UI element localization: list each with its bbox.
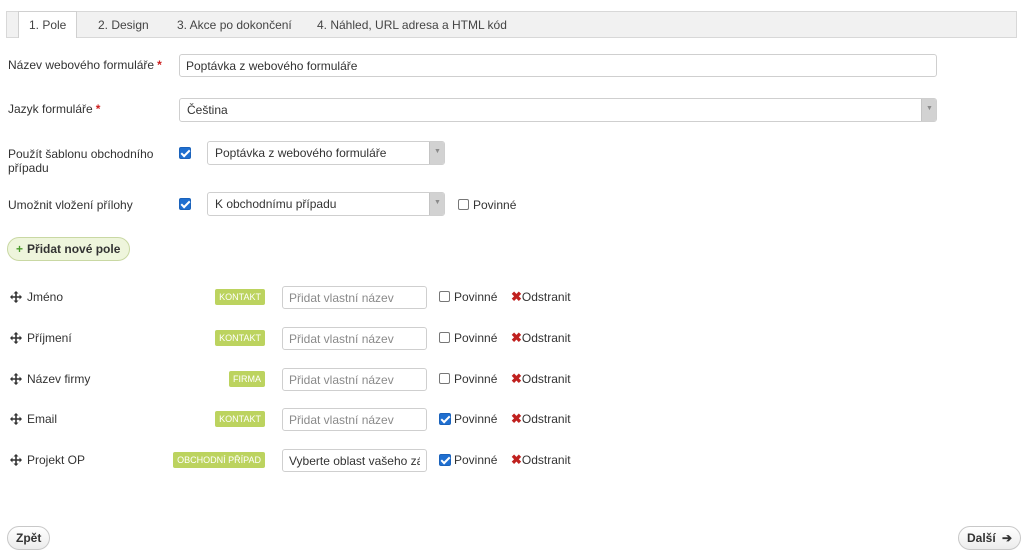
remove-field-button[interactable]: ✖Odstranit [511, 289, 571, 305]
field-custom-name-input[interactable] [282, 368, 427, 391]
attachment-label: Umožnit vložení přílohy [8, 198, 133, 212]
drag-handle-icon[interactable] [10, 291, 22, 303]
close-icon: ✖ [511, 330, 522, 345]
form-name-input[interactable] [179, 54, 937, 77]
arrow-right-icon: ➔ [1002, 531, 1013, 545]
template-label: Použít šablonu obchodního případu [8, 147, 154, 175]
field-required-label: Povinné [454, 453, 498, 467]
attachment-required-label: Povinné [473, 198, 517, 212]
field-type-badge: KONTAKT [215, 330, 265, 346]
field-type-badge: KONTAKT [215, 411, 265, 427]
dropdown-arrow-icon: ▼ [921, 99, 936, 121]
tab-fields[interactable]: 1. Pole [18, 11, 78, 38]
remove-label: Odstranit [521, 372, 571, 386]
field-custom-name-input[interactable] [282, 286, 427, 309]
drag-handle-icon[interactable] [10, 332, 22, 344]
drag-handle-icon[interactable] [10, 454, 22, 466]
attachment-select[interactable]: K obchodnímu případu ▼ [207, 192, 445, 216]
field-required-checkbox[interactable] [439, 291, 450, 302]
field-required-label: Povinné [454, 372, 498, 386]
add-field-label: Přidat nové pole [27, 242, 121, 256]
field-name: Příjmení [27, 331, 72, 345]
field-type-badge: OBCHODNÍ PŘÍPAD [173, 452, 265, 468]
attachment-select-value: K obchodnímu případu [215, 197, 337, 211]
form-language-label: Jazyk formuláře * [8, 102, 101, 116]
back-button[interactable]: Zpět [7, 526, 51, 550]
remove-field-button[interactable]: ✖Odstranit [511, 330, 571, 346]
attachment-required-checkbox[interactable] [458, 199, 469, 210]
close-icon: ✖ [511, 371, 522, 386]
remove-label: Odstranit [521, 412, 571, 426]
language-select-value: Čeština [187, 103, 228, 117]
field-required-checkbox[interactable] [439, 373, 450, 384]
dropdown-arrow-icon: ▼ [429, 193, 444, 215]
next-button[interactable]: Další ➔ [958, 526, 1022, 550]
close-icon: ✖ [511, 411, 522, 426]
field-custom-name-input[interactable] [282, 327, 427, 350]
field-name: Projekt OP [27, 453, 86, 467]
field-required-label: Povinné [454, 412, 498, 426]
field-type-badge: FIRMA [229, 371, 265, 387]
remove-label: Odstranit [521, 331, 571, 345]
tab-preview-url-html[interactable]: 4. Náhled, URL adresa a HTML kód [315, 12, 509, 38]
drag-handle-icon[interactable] [10, 373, 22, 385]
next-label: Další [967, 531, 996, 545]
tab-completion-actions[interactable]: 3. Akce po dokončení [175, 12, 294, 38]
remove-field-button[interactable]: ✖Odstranit [511, 411, 571, 427]
field-name: Jméno [27, 290, 64, 304]
dropdown-arrow-icon: ▼ [429, 142, 444, 164]
required-marker: * [95, 102, 101, 116]
field-name: Email [27, 412, 58, 426]
tab-design[interactable]: 2. Design [96, 12, 151, 38]
add-field-button[interactable]: + Přidat nové pole [7, 237, 131, 261]
tab-bar: 1. Pole 2. Design 3. Akce po dokončení 4… [6, 11, 1017, 38]
drag-handle-icon[interactable] [10, 413, 22, 425]
template-select[interactable]: Poptávka z webového formuláře ▼ [207, 141, 445, 165]
field-name: Název firmy [27, 372, 91, 386]
form-name-label: Název webového formuláře * [8, 58, 162, 72]
field-required-checkbox[interactable] [439, 454, 451, 466]
remove-field-button[interactable]: ✖Odstranit [511, 371, 571, 387]
template-checkbox[interactable] [179, 147, 191, 159]
plus-icon: + [16, 242, 24, 256]
remove-label: Odstranit [521, 290, 571, 304]
field-custom-name-input[interactable] [282, 408, 427, 431]
attachment-checkbox[interactable] [179, 198, 191, 210]
template-select-value: Poptávka z webového formuláře [215, 146, 387, 160]
remove-field-button[interactable]: ✖Odstranit [511, 452, 571, 468]
close-icon: ✖ [511, 452, 522, 467]
field-custom-name-input[interactable] [282, 449, 427, 472]
required-marker: * [157, 58, 162, 72]
field-type-badge: KONTAKT [215, 289, 265, 305]
language-select[interactable]: Čeština ▼ [179, 98, 937, 122]
field-required-checkbox[interactable] [439, 332, 450, 343]
close-icon: ✖ [511, 289, 522, 304]
remove-label: Odstranit [521, 453, 571, 467]
field-required-label: Povinné [454, 331, 498, 345]
field-required-checkbox[interactable] [439, 413, 451, 425]
field-required-label: Povinné [454, 290, 498, 304]
